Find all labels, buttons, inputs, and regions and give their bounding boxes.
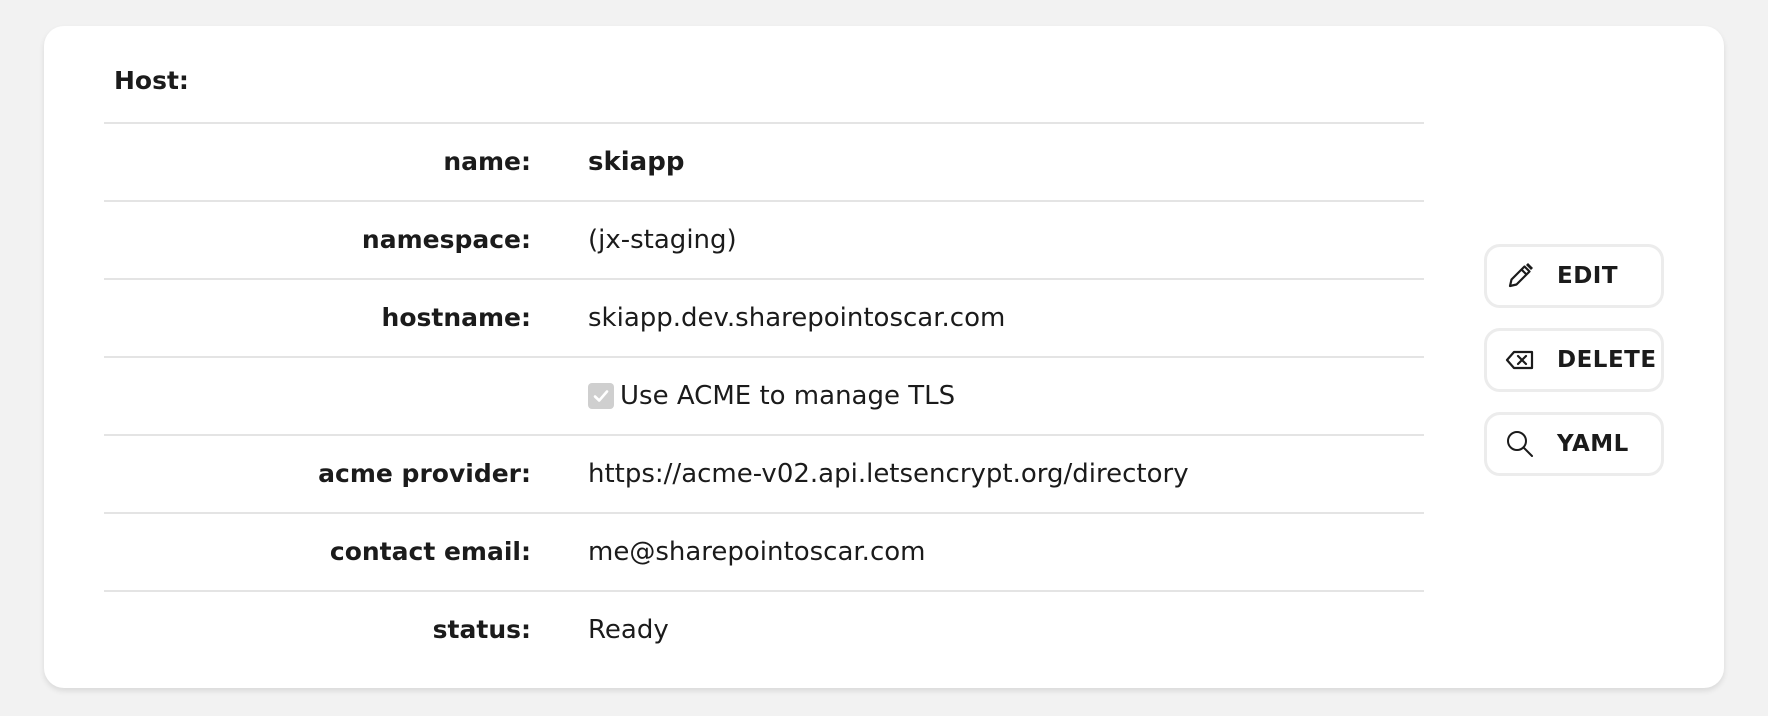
host-properties-table: name: skiapp namespace: (jx-staging) hos… [104, 122, 1424, 668]
namespace-value: (jx-staging) [588, 225, 737, 255]
yaml-button-label: YAML [1557, 431, 1629, 457]
search-icon [1503, 427, 1537, 461]
edit-button[interactable]: EDIT [1484, 244, 1664, 308]
checkmark-icon [593, 390, 609, 402]
card-title: Host: [114, 66, 189, 95]
status-label: status: [432, 615, 531, 644]
contact-email-value: me@sharepointoscar.com [588, 537, 926, 567]
hostname-label: hostname: [381, 303, 531, 332]
edit-button-label: EDIT [1557, 263, 1619, 289]
acme-provider-label: acme provider: [318, 459, 531, 488]
namespace-label: namespace: [361, 225, 531, 254]
yaml-button[interactable]: YAML [1484, 412, 1664, 476]
acme-tls-checkbox[interactable] [588, 383, 614, 409]
actions-panel: EDIT DELETE YAML [1484, 244, 1664, 496]
row-acme-tls: Use ACME to manage TLS [104, 358, 1424, 436]
delete-button[interactable]: DELETE [1484, 328, 1664, 392]
host-card: Host: name: skiapp namespace: (jx-stagin… [44, 26, 1724, 688]
row-namespace: namespace: (jx-staging) [104, 202, 1424, 280]
pencil-icon [1503, 259, 1537, 293]
name-value: skiapp [588, 147, 685, 177]
row-hostname: hostname: skiapp.dev.sharepointoscar.com [104, 280, 1424, 358]
hostname-value: skiapp.dev.sharepointoscar.com [588, 303, 1006, 333]
status-value: Ready [588, 615, 669, 645]
row-status: status: Ready [104, 592, 1424, 668]
name-label: name: [443, 147, 531, 176]
row-name: name: skiapp [104, 124, 1424, 202]
acme-tls-checkbox-group: Use ACME to manage TLS [588, 358, 955, 434]
delete-button-label: DELETE [1557, 347, 1657, 373]
contact-email-label: contact email: [329, 537, 531, 566]
backspace-icon [1503, 343, 1537, 377]
acme-provider-value: https://acme-v02.api.letsencrypt.org/dir… [588, 459, 1189, 489]
row-contact-email: contact email: me@sharepointoscar.com [104, 514, 1424, 592]
row-acme-provider: acme provider: https://acme-v02.api.lets… [104, 436, 1424, 514]
acme-tls-checkbox-label: Use ACME to manage TLS [620, 381, 956, 411]
